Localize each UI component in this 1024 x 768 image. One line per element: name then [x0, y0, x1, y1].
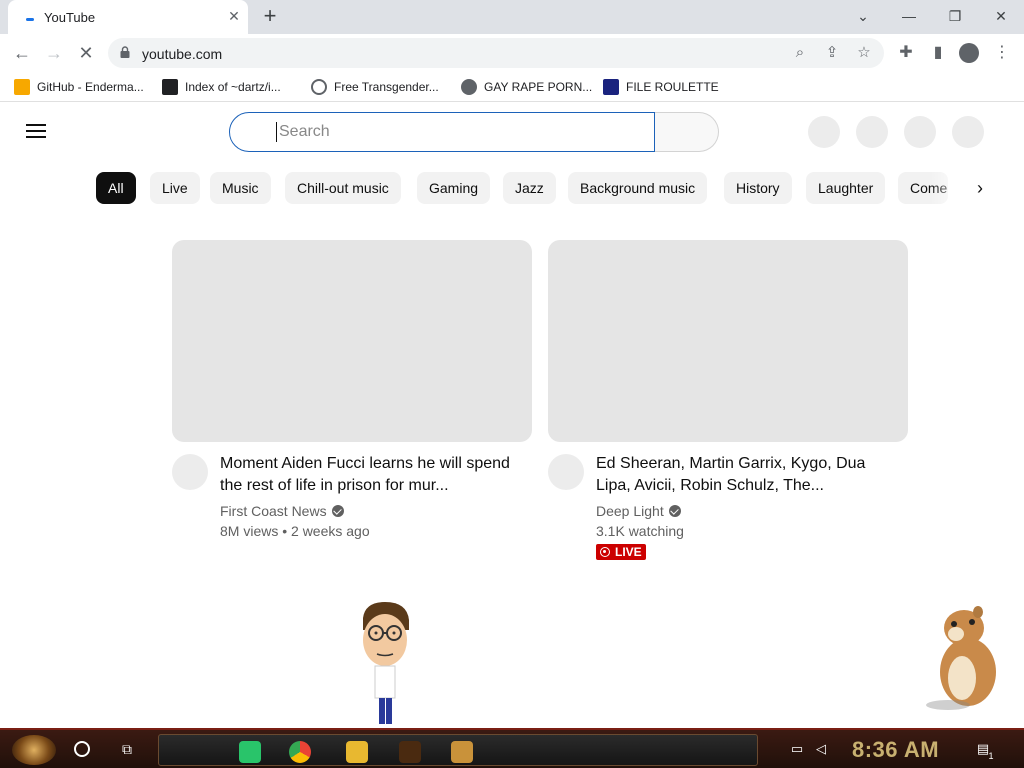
chip-all[interactable]: All [96, 172, 136, 204]
search-input[interactable] [276, 122, 636, 142]
clock[interactable]: 8:36 AM [852, 737, 939, 763]
close-tab-icon[interactable]: ✕ [224, 6, 244, 26]
menu-kebab-icon[interactable]: ⋮ [992, 43, 1012, 63]
channel-name[interactable]: Deep Light [596, 501, 664, 521]
mask-icon [311, 79, 327, 95]
notification-count: 1 [988, 751, 994, 761]
verified-check-icon [331, 505, 344, 517]
restore-button[interactable]: ❐ [943, 5, 967, 27]
start-button[interactable] [12, 735, 56, 765]
channel-name[interactable]: First Coast News [220, 501, 327, 521]
live-broadcast-icon [600, 547, 610, 557]
chip-gaming[interactable]: Gaming [417, 172, 491, 204]
globe-icon [461, 79, 477, 95]
chip-laughter[interactable]: Laughter [806, 172, 886, 204]
app-icon[interactable] [451, 741, 473, 763]
header-button-placeholder[interactable] [808, 116, 840, 148]
video-thumbnail[interactable] [172, 240, 532, 442]
video-meta: Ed Sheeran, Martin Garrix, Kygo, Dua Lip… [596, 453, 886, 562]
bookmark-item[interactable]: GAY RAPE PORN... [461, 78, 592, 96]
search-box[interactable] [229, 112, 655, 152]
url-text[interactable]: youtube.com [142, 46, 222, 62]
header-button-placeholder[interactable] [904, 116, 936, 148]
verified-check-icon [668, 505, 681, 517]
video-card[interactable]: Ed Sheeran, Martin Garrix, Kygo, Dua Lip… [548, 240, 908, 560]
bookmark-item[interactable]: FILE ROULETTE [603, 78, 719, 96]
file-explorer-icon[interactable] [346, 741, 368, 763]
live-label: LIVE [615, 545, 642, 559]
hamburger-menu-icon[interactable] [26, 124, 46, 138]
address-bar[interactable]: youtube.com ⌕ ⇪ ☆ [108, 38, 884, 68]
close-window-button[interactable]: ✕ [989, 5, 1013, 27]
bookmark-label: Index of ~dartz/i... [185, 80, 281, 94]
new-tab-button[interactable]: + [258, 4, 282, 28]
loading-favicon-icon [26, 18, 34, 21]
filter-chips-bar: All Live Music Chill-out music Gaming Ja… [0, 168, 1024, 208]
video-card[interactable]: Moment Aiden Fucci learns he will spend … [172, 240, 532, 539]
forward-button[interactable]: → [42, 41, 66, 65]
task-view-icon[interactable]: ⧉ [122, 741, 140, 757]
tab-strip: YouTube ✕ + ⌄ — ❐ ✕ [0, 0, 1024, 34]
chip-jazz[interactable]: Jazz [503, 172, 556, 204]
taskbar-app-tray [158, 734, 758, 766]
tab-search-chevron-icon[interactable]: ⌄ [851, 5, 875, 27]
profile-avatar-icon[interactable] [959, 43, 979, 63]
volume-muted-icon[interactable]: ◁ [812, 741, 830, 757]
tab-title: YouTube [44, 10, 96, 25]
live-badge: LIVE [596, 544, 646, 560]
cartoon-character-sprite [363, 602, 409, 724]
network-icon[interactable]: ▭ [788, 741, 806, 757]
chip-music[interactable]: Music [210, 172, 271, 204]
bookmark-label: GitHub - Enderma... [37, 80, 144, 94]
back-button[interactable]: ← [10, 41, 34, 65]
cortana-circle-icon[interactable] [74, 741, 90, 757]
bookmark-item[interactable]: Index of ~dartz/i... [162, 78, 281, 96]
channel-avatar[interactable] [548, 454, 584, 490]
chip-background-music[interactable]: Background music [568, 172, 708, 204]
share-icon[interactable]: ⇪ [822, 43, 842, 63]
channel-avatar[interactable] [172, 454, 208, 490]
mf-icon [603, 79, 619, 95]
bookmark-label: GAY RAPE PORN... [484, 80, 593, 94]
chip-chill-out-music[interactable]: Chill-out music [285, 172, 401, 204]
video-meta: Moment Aiden Fucci learns he will spend … [220, 453, 510, 541]
extensions-icon[interactable]: ✚ [896, 43, 916, 63]
taskbar: ⧉ ▭ ◁ 8:36 AM ▤ 1 [0, 728, 1024, 768]
video-title[interactable]: Ed Sheeran, Martin Garrix, Kygo, Dua Lip… [596, 453, 886, 497]
chip-live[interactable]: Live [150, 172, 200, 204]
app-icon[interactable] [399, 741, 421, 763]
header-button-placeholder[interactable] [856, 116, 888, 148]
chevron-right-icon[interactable]: › [968, 176, 992, 200]
qr-icon [162, 79, 178, 95]
bookmark-star-icon[interactable]: ☆ [854, 43, 874, 63]
video-stats: 8M views • 2 weeks ago [220, 523, 370, 539]
browser-toolbar: ← → ✕ youtube.com ⌕ ⇪ ☆ ✚ ▮ ⋮ [0, 34, 1024, 72]
bookmark-item[interactable]: GitHub - Enderma... [14, 78, 144, 96]
stop-loading-button[interactable]: ✕ [74, 41, 98, 65]
bookmarks-bar: GitHub - Enderma... Index of ~dartz/i...… [0, 72, 1024, 102]
bookmark-label: Free Transgender... [334, 80, 439, 94]
bookmark-item[interactable]: Free Transgender... [311, 78, 439, 96]
side-panel-icon[interactable]: ▮ [928, 43, 948, 63]
channel-name-row: First Coast News [220, 501, 510, 521]
channel-name-row: Deep Light [596, 501, 886, 521]
hamster-sprite [926, 606, 996, 710]
minimize-button[interactable]: — [897, 5, 921, 27]
tab-youtube[interactable]: YouTube ✕ [8, 0, 248, 34]
notes-app-icon[interactable] [239, 741, 261, 763]
video-thumbnail[interactable] [548, 240, 908, 442]
ph-badge-icon [14, 79, 30, 95]
video-title[interactable]: Moment Aiden Fucci learns he will spend … [220, 453, 510, 497]
youtube-header [0, 103, 1024, 161]
chip-history[interactable]: History [724, 172, 792, 204]
bookmark-label: FILE ROULETTE [626, 80, 719, 94]
header-button-placeholder[interactable] [952, 116, 984, 148]
lock-icon[interactable] [120, 46, 130, 58]
chrome-icon[interactable] [289, 741, 311, 763]
search-icon[interactable]: ⌕ [790, 43, 810, 63]
video-stats: 3.1K watching [596, 523, 684, 539]
search-button[interactable] [655, 112, 719, 152]
chip-fade [930, 168, 970, 208]
